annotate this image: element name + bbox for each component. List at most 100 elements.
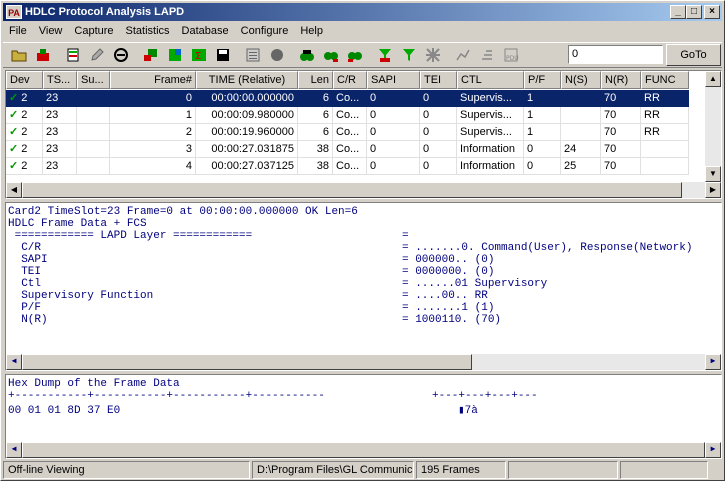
search-next-icon — [323, 52, 338, 62]
cell-func — [641, 141, 689, 158]
detail-horizontal-scrollbar[interactable]: ◀ ▶ — [6, 354, 721, 370]
decode-icon — [143, 49, 157, 61]
table-row[interactable]: ✓ 2 23 4 00:00:27.037125 38 Co... 0 0 In… — [6, 158, 689, 175]
minimize-button[interactable]: _ — [670, 5, 686, 19]
menu-configure[interactable]: Configure — [235, 25, 295, 37]
capture-icon — [36, 49, 49, 61]
save-button[interactable] — [211, 44, 234, 66]
col-time[interactable]: TIME (Relative) — [196, 71, 298, 89]
cell-sapi: 0 — [367, 90, 420, 107]
clear-filter-button[interactable] — [421, 44, 444, 66]
pdu-button[interactable]: PDU — [499, 44, 522, 66]
col-pf[interactable]: P/F — [524, 71, 561, 89]
search-prev-button[interactable] — [343, 44, 366, 66]
hex-bytes: 00 01 01 8D 37 E0 — [8, 405, 121, 417]
record-button[interactable] — [265, 44, 288, 66]
scroll-left-icon[interactable]: ◀ — [6, 354, 22, 370]
edit-button[interactable] — [85, 44, 108, 66]
statistics-button[interactable]: Σ — [187, 44, 210, 66]
detail-scroll-thumb[interactable] — [22, 354, 472, 370]
detail-field-name: TEI — [8, 266, 42, 278]
close-button[interactable]: × — [704, 5, 720, 19]
cell-func: RR — [641, 107, 689, 124]
table-row[interactable]: ✓ 2 23 3 00:00:27.031875 38 Co... 0 0 In… — [6, 141, 689, 158]
main-window: PA HDLC Protocol Analysis LAPD _ □ × Fil… — [0, 0, 725, 481]
table-row[interactable]: ✓ 2 23 0 00:00:00.000000 6 Co... 0 0 Sup… — [6, 90, 689, 107]
graph-button[interactable] — [451, 44, 474, 66]
col-dev[interactable]: Dev — [6, 71, 43, 89]
goto-frame-input[interactable]: 0 — [568, 45, 663, 64]
scroll-down-icon[interactable]: ▼ — [705, 166, 721, 182]
stop-button[interactable] — [109, 44, 132, 66]
col-ts[interactable]: TS... — [43, 71, 77, 89]
cell-tei: 0 — [420, 124, 457, 141]
col-ctl[interactable]: CTL — [457, 71, 524, 89]
filter-button[interactable] — [61, 44, 84, 66]
search-next-button[interactable] — [319, 44, 342, 66]
pdu-icon: PDU — [504, 48, 518, 62]
view-list-button[interactable] — [241, 44, 264, 66]
col-frame[interactable]: Frame# — [110, 71, 196, 89]
menu-statistics[interactable]: Statistics — [120, 25, 176, 37]
cell-su — [77, 107, 110, 124]
col-func[interactable]: FUNC — [641, 71, 689, 89]
cell-ctl: Information — [457, 141, 524, 158]
table-row[interactable]: ✓ 2 23 1 00:00:09.980000 6 Co... 0 0 Sup… — [6, 107, 689, 124]
col-cr[interactable]: C/R — [333, 71, 367, 89]
open-file-button[interactable] — [7, 44, 30, 66]
menu-help[interactable]: Help — [294, 25, 329, 37]
detail-field-value: = 000000.. (0) — [402, 254, 495, 266]
list-icon — [246, 48, 259, 62]
sort-button[interactable] — [475, 44, 498, 66]
col-len[interactable]: Len — [298, 71, 333, 89]
set-filter-button[interactable] — [373, 44, 396, 66]
scroll-left-icon[interactable]: ◀ — [6, 182, 22, 198]
status-empty-1 — [508, 461, 618, 479]
col-ns[interactable]: N(S) — [561, 71, 601, 89]
grid-horizontal-scrollbar[interactable]: ◀ ▶ — [6, 182, 721, 198]
cell-len: 38 — [298, 158, 333, 175]
decode-button[interactable] — [139, 44, 162, 66]
col-su[interactable]: Su... — [77, 71, 110, 89]
cell-ts: 23 — [43, 158, 77, 175]
grid-vertical-scrollbar[interactable]: ▲ ▼ — [705, 71, 721, 182]
cell-frame: 4 — [110, 158, 196, 175]
col-sapi[interactable]: SAPI — [367, 71, 420, 89]
cell-pf: 1 — [524, 107, 561, 124]
svg-text:Σ: Σ — [195, 51, 201, 62]
cell-time: 00:00:19.960000 — [196, 124, 298, 141]
scroll-right-icon[interactable]: ▶ — [705, 182, 721, 198]
detail-frame-line: HDLC Frame Data + FCS — [8, 218, 147, 230]
filter-toggle-button[interactable] — [397, 44, 420, 66]
app-icon: PA — [6, 5, 22, 19]
hex-dump-pane: Hex Dump of the Frame Data +-----------+… — [5, 374, 722, 459]
scroll-up-icon[interactable]: ▲ — [705, 71, 721, 87]
cell-su — [77, 124, 110, 141]
scroll-left-icon[interactable]: ◀ — [6, 442, 22, 458]
col-nr[interactable]: N(R) — [601, 71, 641, 89]
detail-field-value: = 0000000. (0) — [402, 266, 495, 278]
menu-database[interactable]: Database — [176, 25, 235, 37]
hex-scroll-thumb[interactable] — [22, 442, 705, 458]
binoculars-icon — [299, 50, 314, 61]
grid-scroll-thumb[interactable] — [22, 182, 682, 198]
capture-button[interactable] — [31, 44, 54, 66]
check-icon: ✓ — [9, 160, 19, 172]
cell-nr: 70 — [601, 158, 641, 175]
menu-view[interactable]: View — [33, 25, 69, 37]
search-button[interactable] — [295, 44, 318, 66]
floppy-icon — [216, 49, 229, 61]
hex-horizontal-scrollbar[interactable]: ◀ ▶ — [6, 442, 721, 458]
menu-capture[interactable]: Capture — [68, 25, 119, 37]
col-tei[interactable]: TEI — [420, 71, 457, 89]
frame-detail-pane: Card2 TimeSlot=23 Frame=0 at 00:00:00.00… — [5, 202, 722, 371]
scroll-right-icon[interactable]: ▶ — [705, 354, 721, 370]
cell-cr: Co... — [333, 124, 367, 141]
scroll-right-icon[interactable]: ▶ — [705, 442, 721, 458]
summary-button[interactable] — [163, 44, 186, 66]
maximize-button[interactable]: □ — [686, 5, 702, 19]
check-icon: ✓ — [9, 126, 19, 138]
table-row[interactable]: ✓ 2 23 2 00:00:19.960000 6 Co... 0 0 Sup… — [6, 124, 689, 141]
menu-file[interactable]: File — [3, 25, 33, 37]
goto-button[interactable]: GoTo — [666, 44, 721, 66]
